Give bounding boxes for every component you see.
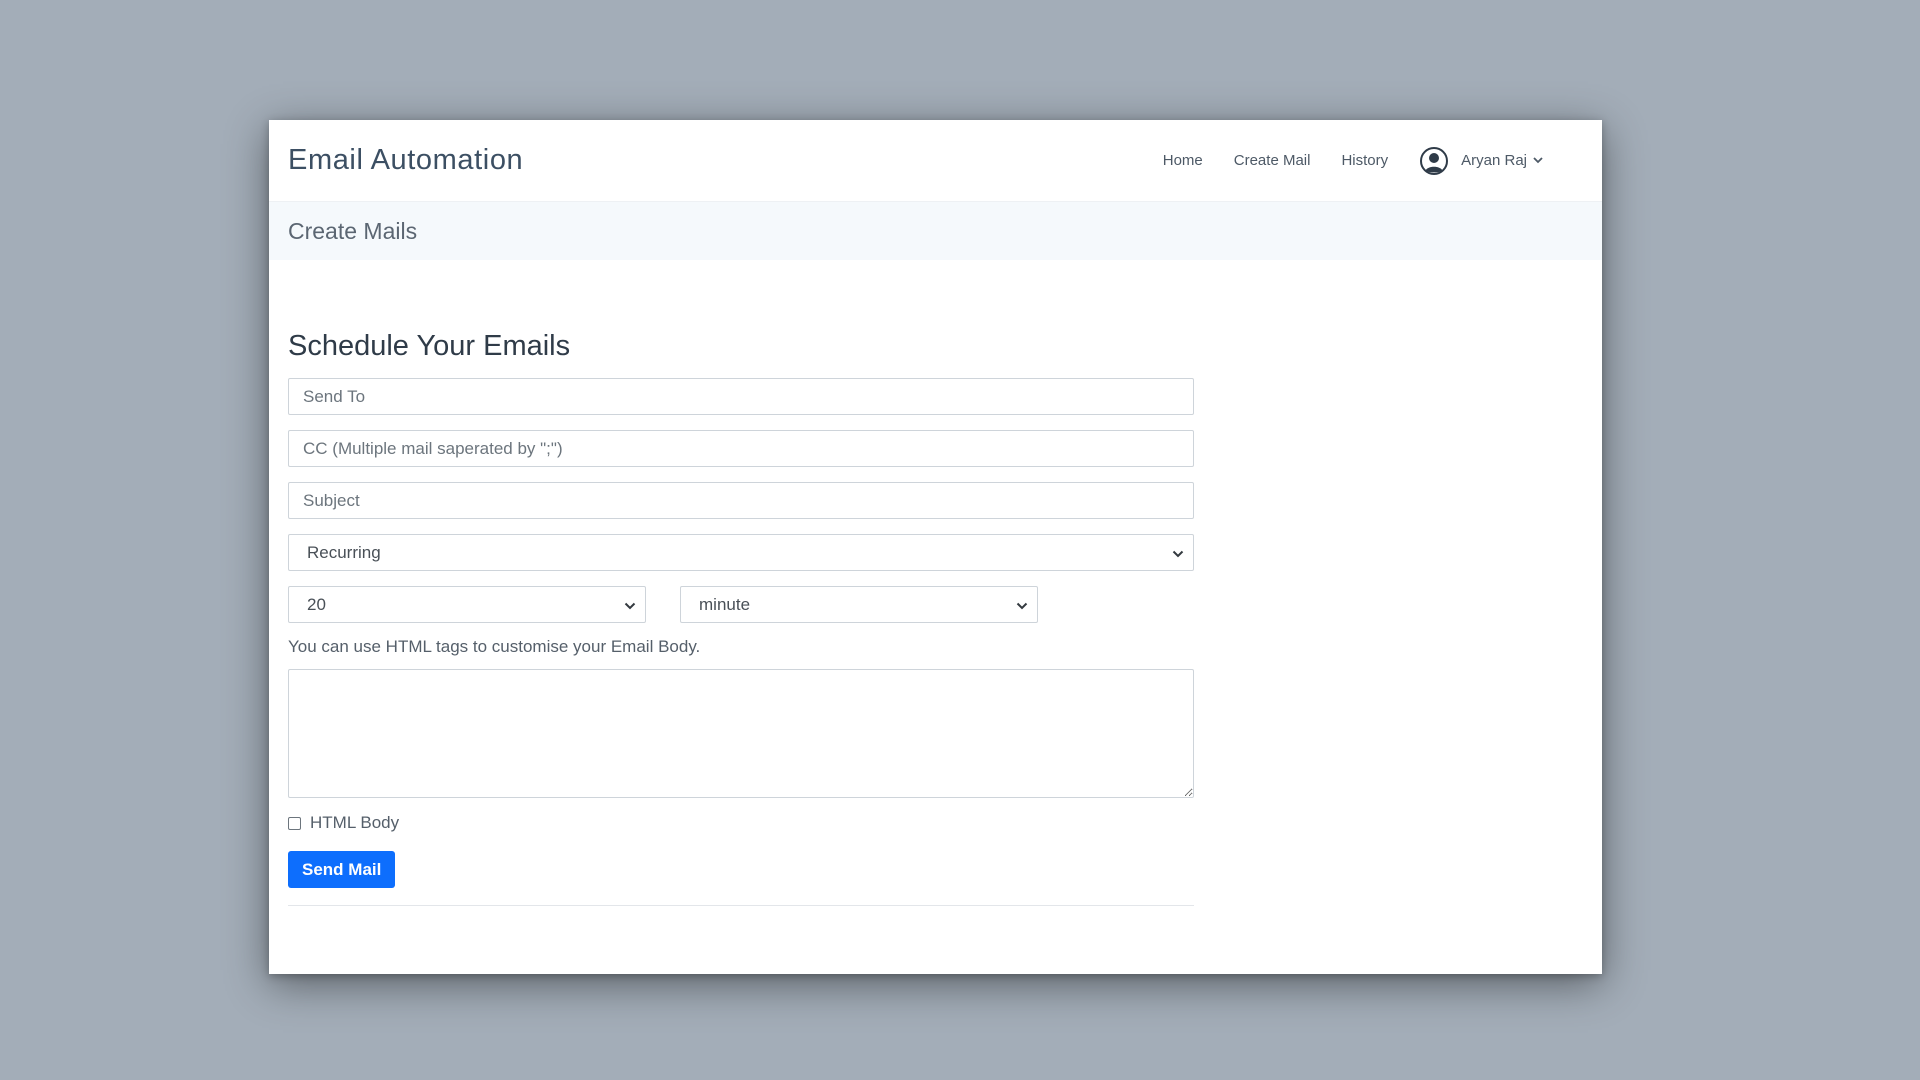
navbar: Email Automation Home Create Mail Histor…	[269, 120, 1602, 202]
divider	[288, 905, 1194, 906]
chevron-down-icon	[1533, 157, 1543, 164]
chevron-down-icon	[624, 595, 636, 615]
app-window: Email Automation Home Create Mail Histor…	[269, 120, 1602, 974]
email-body-textarea[interactable]	[288, 669, 1194, 798]
interval-unit-select[interactable]: minute	[680, 586, 1038, 623]
page-title: Create Mails	[288, 217, 418, 244]
nav-home-link[interactable]: Home	[1163, 152, 1203, 169]
form-heading: Schedule Your Emails	[288, 330, 571, 362]
nav-create-mail-link[interactable]: Create Mail	[1234, 152, 1311, 169]
interval-value-select[interactable]: 20	[288, 586, 646, 623]
send-mail-button[interactable]: Send Mail	[288, 851, 396, 888]
nav-history-link[interactable]: History	[1341, 152, 1388, 169]
interval-row: 20 minute	[288, 586, 1194, 623]
subject-input[interactable]	[288, 482, 1194, 519]
nav-links: Home Create Mail History Aryan Raj	[1132, 146, 1543, 176]
schedule-form: Schedule Your Emails Recurring 20 minute	[288, 328, 1194, 906]
html-body-label[interactable]: HTML Body	[310, 813, 399, 833]
body-hint: You can use HTML tags to customise your …	[288, 637, 701, 656]
schedule-type-value: Recurring	[307, 542, 381, 562]
user-name: Aryan Raj	[1461, 152, 1527, 169]
schedule-type-select[interactable]: Recurring	[288, 534, 1194, 571]
chevron-down-icon	[1172, 543, 1184, 563]
interval-unit: minute	[699, 594, 751, 614]
interval-value: 20	[307, 594, 326, 614]
user-menu-dropdown[interactable]: Aryan Raj	[1419, 146, 1543, 176]
brand-title[interactable]: Email Automation	[288, 144, 523, 177]
page-header: Create Mails	[269, 202, 1602, 260]
send-to-input[interactable]	[288, 378, 1194, 415]
user-circle-icon	[1419, 146, 1449, 176]
cc-input[interactable]	[288, 430, 1194, 467]
chevron-down-icon	[1016, 595, 1028, 615]
html-body-option: HTML Body	[288, 812, 1194, 834]
html-body-checkbox[interactable]	[288, 816, 301, 830]
